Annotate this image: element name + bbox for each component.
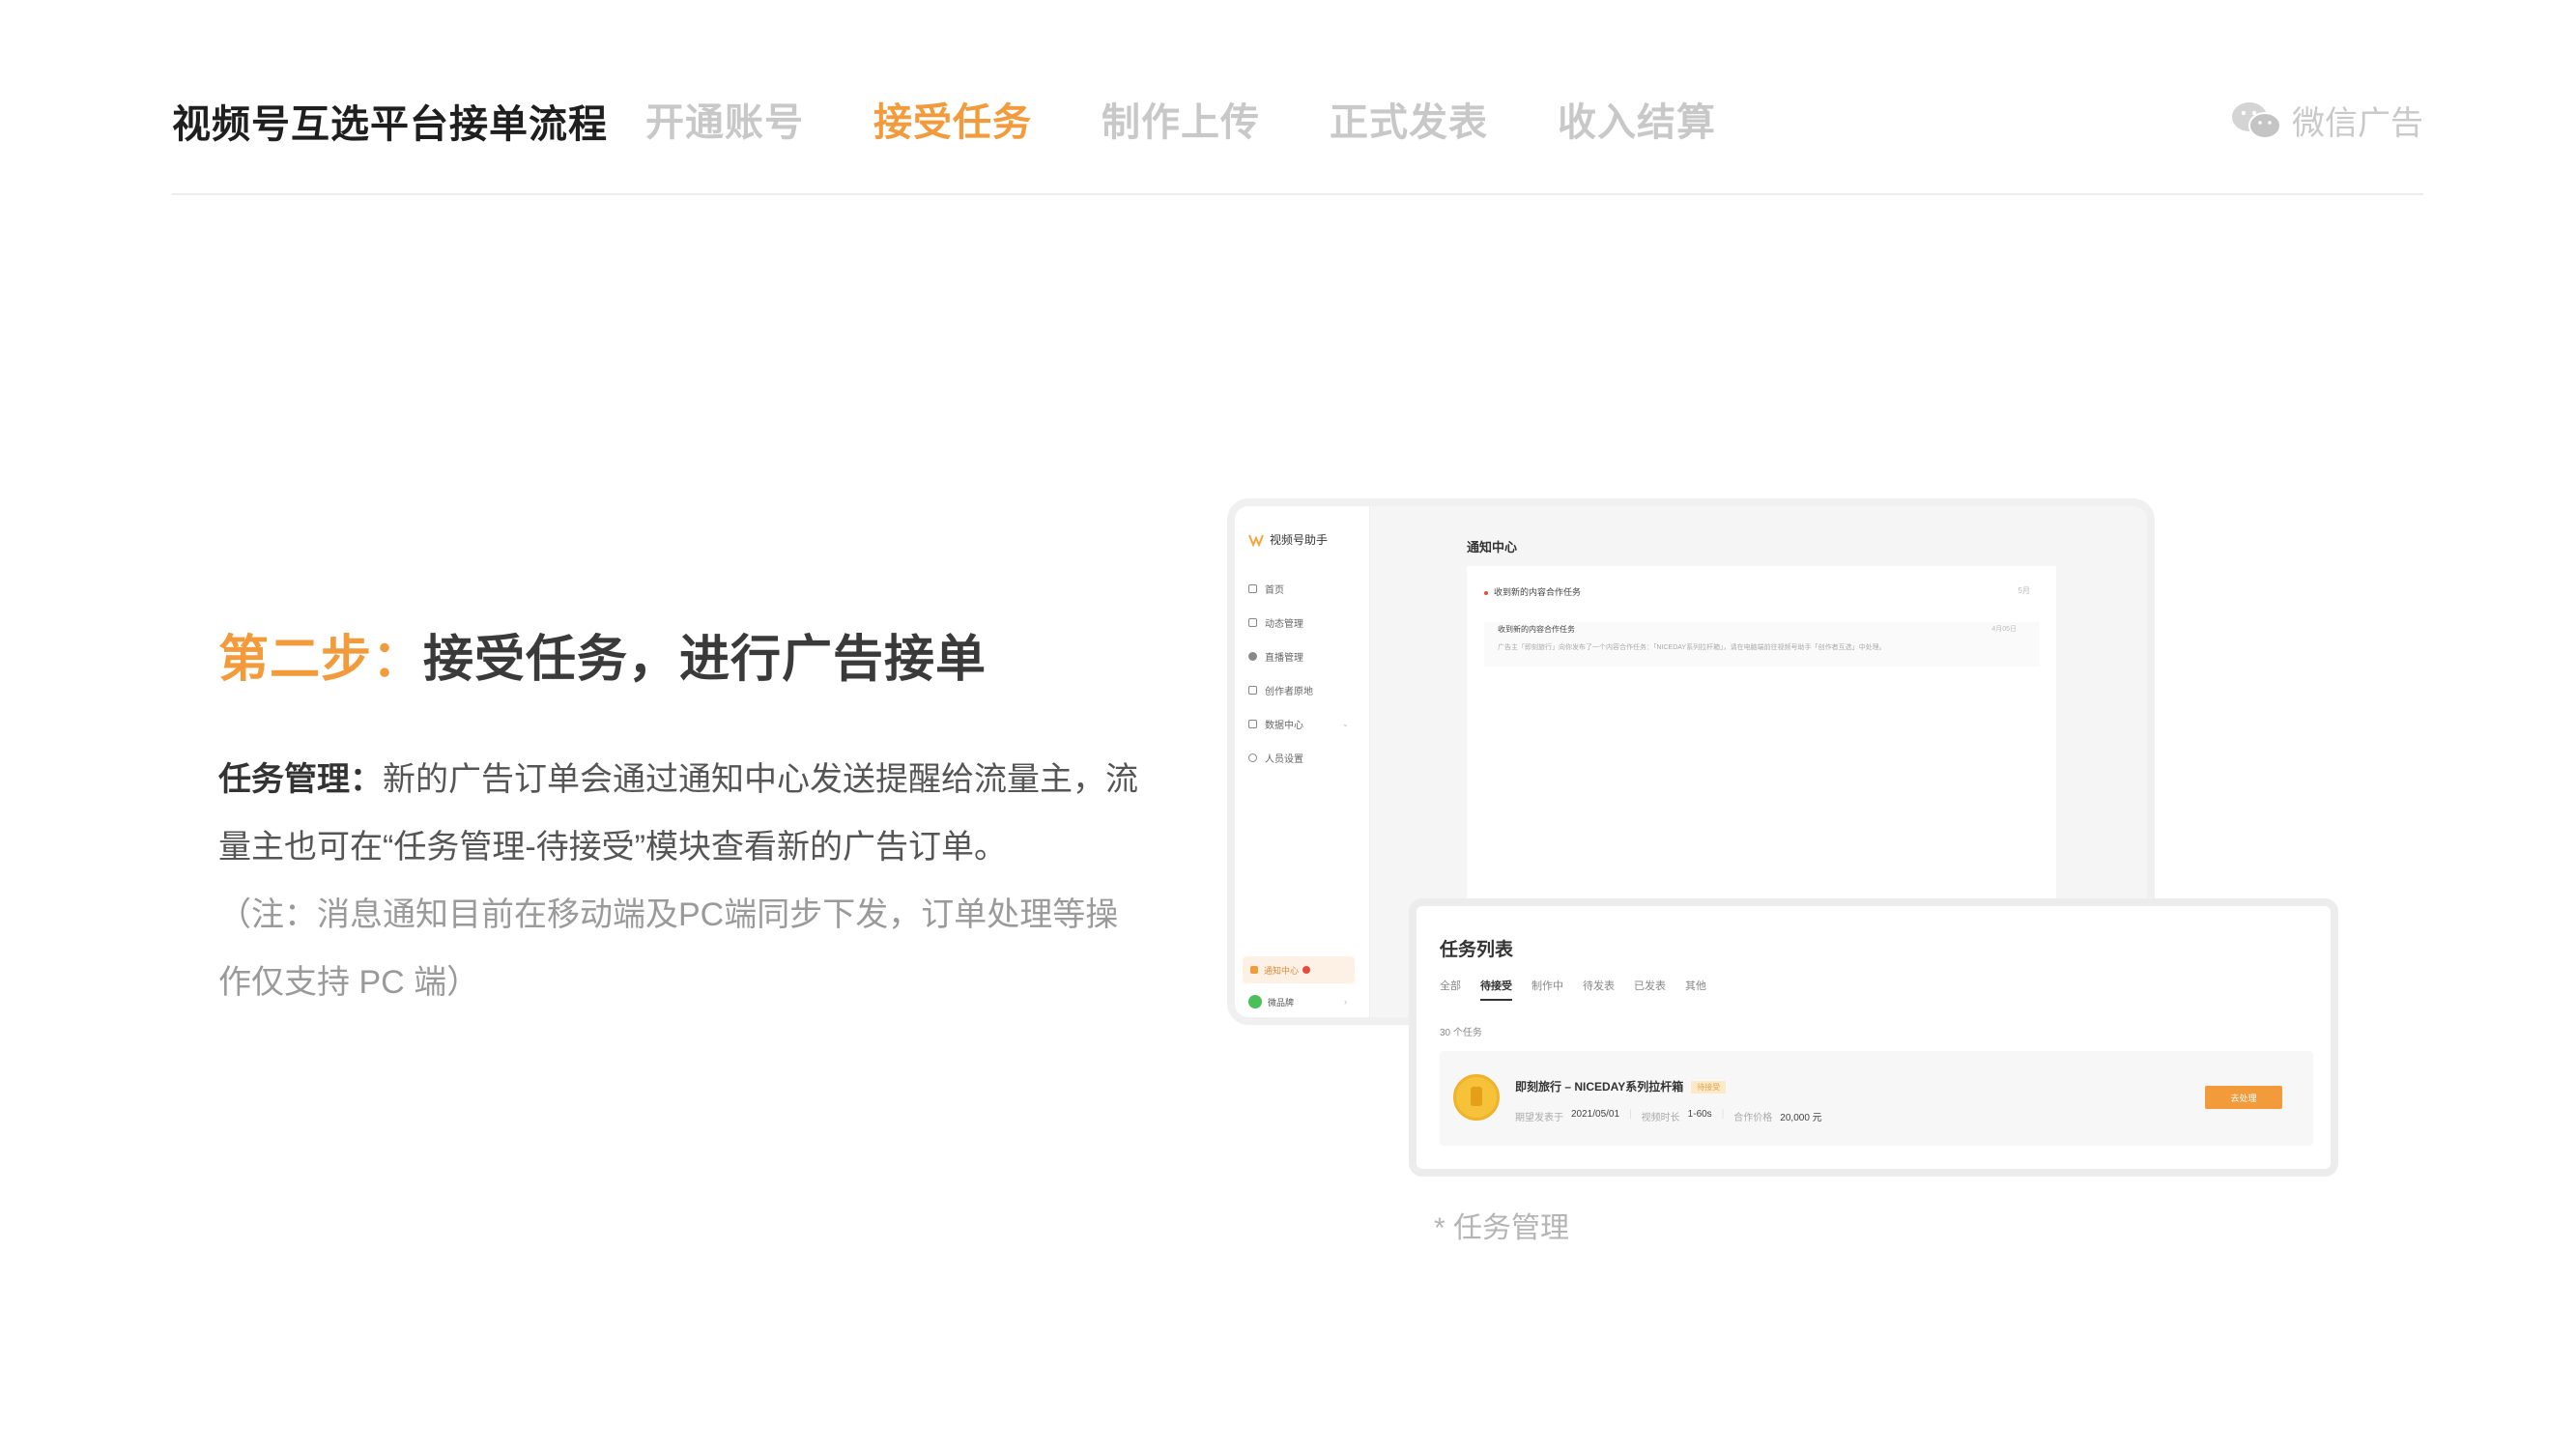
chart-icon: [1248, 720, 1257, 728]
duration-value: 1-60s: [1687, 1109, 1712, 1120]
publish-date: 2021/05/01: [1571, 1109, 1620, 1120]
section-title: 第二步：接受任务，进行广告接单: [218, 618, 987, 691]
home-icon: [1248, 584, 1257, 593]
product-image: [1453, 1074, 1500, 1121]
notice-item-body: 广告主「即刻旅行」向你发布了一个内容合作任务：「NICEDAY系列拉杆箱」，请在…: [1498, 644, 1886, 651]
task-meta: 期望发表于 2021/05/01 | 视频时长 1-60s | 合作价格 20,…: [1515, 1109, 1822, 1123]
header: 视频号互选平台接单流程 开通账号 接受任务 制作上传 正式发表 收入结算 微信广…: [172, 89, 2423, 195]
tab-published[interactable]: 已发表: [1634, 978, 1666, 1001]
task-list-title: 任务列表: [1440, 940, 1514, 960]
notify-label: 通知中心: [1264, 965, 1300, 976]
sidebar: 视频号助手 首页 动态管理 直播管理 创作者原地 数据中心 ⌄ 人员设置 通知中心…: [1235, 506, 1370, 1017]
sidebar-item-data[interactable]: 数据中心 ⌄: [1248, 717, 1349, 731]
price-value: 20,000 元: [1780, 1113, 1822, 1123]
note: （注：消息通知目前在移动端及PC端同步下发，订单处理等操作仅支持 PC 端）: [218, 896, 1119, 1001]
process-button[interactable]: 去处理: [2205, 1086, 2282, 1109]
step-accept-task[interactable]: 接受任务: [873, 91, 1032, 147]
step-nav: 开通账号 接受任务 制作上传 正式发表 收入结算: [645, 91, 1786, 147]
sidebar-item-creator[interactable]: 创作者原地: [1248, 683, 1313, 697]
notice-title: 收到新的内容合作任务: [1494, 587, 1582, 597]
duration-label: 视频时长: [1641, 1113, 1680, 1123]
sidebar-item-label: 人员设置: [1265, 754, 1303, 765]
app-name: 视频号助手: [1270, 533, 1329, 547]
unread-dot: [1484, 590, 1488, 595]
description: 任务管理：新的广告订单会通过通知中心发送提醒给流量主，流量主也可在“任务管理-待…: [218, 746, 1146, 881]
sidebar-item-label: 数据中心: [1265, 721, 1303, 731]
people-icon: [1248, 753, 1257, 762]
notice-item[interactable]: 收到新的内容合作任务 4月05日 广告主「即刻旅行」向你发布了一个内容合作任务：…: [1484, 622, 2040, 667]
notice-header[interactable]: 收到新的内容合作任务 5月: [1484, 585, 2040, 598]
unread-badge: [1302, 966, 1311, 974]
publish-label: 期望发表于: [1515, 1113, 1563, 1123]
wechat-icon: [2232, 101, 2281, 139]
section-heading: 接受任务，进行广告接单: [423, 632, 987, 688]
tab-pending[interactable]: 待接受: [1480, 978, 1512, 1001]
step-label: 第二步：: [218, 632, 424, 688]
step-publish[interactable]: 正式发表: [1330, 91, 1488, 147]
account-switcher[interactable]: 微品牌 ›: [1248, 995, 1347, 1009]
chevron-down-icon: ⌄: [1342, 720, 1349, 728]
sidebar-item-live[interactable]: 直播管理: [1248, 649, 1303, 664]
task-name-text: 即刻旅行 – NICEDAY系列拉杆箱: [1515, 1080, 1684, 1094]
page-title: 视频号互选平台接单流程: [172, 103, 608, 146]
notice-item-time: 4月05日: [1991, 626, 2017, 633]
notice-time: 5月: [2018, 586, 2030, 595]
notice-item-title: 收到新的内容合作任务: [1498, 625, 1575, 634]
figure-caption: * 任务管理: [1434, 1212, 1570, 1244]
tab-to-publish[interactable]: 待发表: [1583, 978, 1615, 1001]
task-name: 即刻旅行 – NICEDAY系列拉杆箱 待接受: [1515, 1078, 1727, 1094]
sidebar-item-label: 首页: [1265, 585, 1284, 596]
divider: |: [1629, 1109, 1632, 1120]
brand-name: 微信广告: [2292, 105, 2423, 142]
main-title: 通知中心: [1467, 540, 1518, 554]
chevron-right-icon: ›: [1344, 997, 1348, 1007]
camera-icon: [1248, 618, 1257, 627]
tab-all[interactable]: 全部: [1440, 978, 1461, 1001]
description-label: 任务管理：: [218, 761, 383, 798]
channels-logo-icon: [1248, 534, 1264, 547]
brand-logo: 微信广告: [2230, 97, 2423, 144]
step-settlement[interactable]: 收入结算: [1558, 91, 1716, 147]
sidebar-item-people[interactable]: 人员设置: [1248, 751, 1303, 765]
bell-icon: [1250, 966, 1258, 974]
tab-in-production[interactable]: 制作中: [1531, 978, 1563, 1001]
price-label: 合作价格: [1733, 1113, 1773, 1123]
divider: |: [1721, 1109, 1725, 1120]
step-produce-upload[interactable]: 制作上传: [1102, 91, 1260, 147]
live-icon: [1248, 652, 1257, 661]
step-open-account[interactable]: 开通账号: [645, 91, 804, 147]
task-list-window: 任务列表 全部 待接受 制作中 待发表 已发表 其他 30 个任务 即刻旅行 –…: [1409, 898, 2338, 1177]
sidebar-item-notifications[interactable]: 通知中心: [1243, 956, 1355, 983]
status-badge: 待接受: [1691, 1081, 1727, 1094]
sidebar-item-label: 直播管理: [1265, 653, 1303, 664]
sidebar-item-home[interactable]: 首页: [1248, 582, 1284, 596]
sidebar-item-label: 动态管理: [1265, 619, 1303, 630]
account-name: 微品牌: [1268, 997, 1295, 1008]
tab-other[interactable]: 其他: [1685, 978, 1706, 1001]
sidebar-item-label: 创作者原地: [1265, 687, 1313, 697]
task-count: 30 个任务: [1440, 1028, 1482, 1038]
avatar: [1248, 995, 1262, 1009]
sidebar-item-posts[interactable]: 动态管理: [1248, 615, 1303, 630]
task-tabs: 全部 待接受 制作中 待发表 已发表 其他: [1440, 978, 1726, 1001]
app-logo: 视频号助手: [1248, 531, 1328, 548]
task-card[interactable]: 即刻旅行 – NICEDAY系列拉杆箱 待接受 期望发表于 2021/05/01 …: [1440, 1051, 2313, 1146]
anchor-icon: [1248, 686, 1257, 695]
